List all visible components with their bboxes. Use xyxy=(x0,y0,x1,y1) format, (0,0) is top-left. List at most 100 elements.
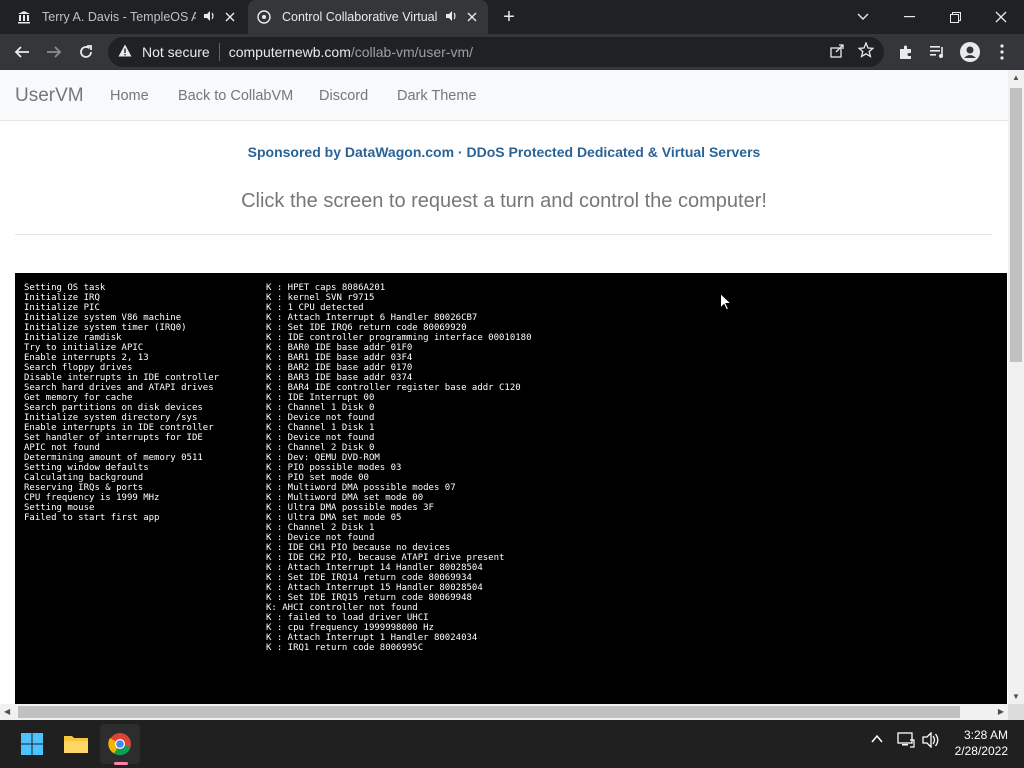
vm-log-line: K : Device not found xyxy=(266,433,375,443)
vm-log-line: K : Channel 1 Disk 0 xyxy=(266,403,375,413)
vm-log-line: K : Channel 2 Disk 0 xyxy=(266,443,375,453)
vm-log-line: Search partitions on disk devices xyxy=(24,403,203,413)
tab-templeos[interactable]: Terry A. Davis - TempleOS Ar xyxy=(8,0,246,34)
chrome-icon[interactable] xyxy=(100,724,140,764)
mouse-cursor-icon xyxy=(720,292,733,316)
reload-icon[interactable] xyxy=(72,38,100,66)
scroll-down-arrow-icon[interactable]: ▼ xyxy=(1012,692,1020,701)
windows-taskbar: 3:28 AM 2/28/2022 xyxy=(0,720,1024,768)
bookmark-star-icon[interactable] xyxy=(857,40,875,63)
clock-time: 3:28 AM xyxy=(963,728,1008,742)
tab-search-icon[interactable] xyxy=(840,0,886,34)
vm-log-line: K : Ultra DMA set mode 05 xyxy=(266,513,402,523)
nav-home[interactable]: Home xyxy=(110,88,149,104)
nav-back-to-collabvm[interactable]: Back to CollabVM xyxy=(178,88,293,104)
nav-discord[interactable]: Discord xyxy=(319,88,368,104)
vm-log-line: Initialize ramdisk xyxy=(24,333,122,343)
vm-log-line: K : BAR0 IDE base addr 01F0 xyxy=(266,343,413,353)
clock-date: 2/28/2022 xyxy=(954,744,1008,758)
scrollbar-thumb[interactable] xyxy=(1010,88,1022,362)
system-clock[interactable]: 3:28 AM 2/28/2022 xyxy=(955,727,1008,759)
turn-request-message: Click the screen to request a turn and c… xyxy=(241,190,767,212)
vm-log-line: K : PIO set mode 00 xyxy=(266,473,369,483)
close-icon[interactable] xyxy=(222,9,238,25)
chevron-up-icon[interactable] xyxy=(870,732,884,749)
forward-arrow-icon[interactable] xyxy=(40,38,68,66)
vm-log-line: K : BAR4 IDE controller register base ad… xyxy=(266,383,521,393)
vm-log-line: Initialize PIC xyxy=(24,303,100,313)
vm-log-line: K : Channel 2 Disk 1 xyxy=(266,523,375,533)
vm-log-line: Disable interrupts in IDE controller xyxy=(24,373,220,383)
vm-log-line: K : Dev: QEMU DVD-ROM xyxy=(266,453,380,463)
vm-log-line: Initialize IRQ xyxy=(24,293,100,303)
windows-start-icon[interactable] xyxy=(12,724,52,764)
vm-log-line: K : Set IDE IRQ14 return code 80069934 xyxy=(266,573,472,583)
vm-log-line: K : Channel 1 Disk 1 xyxy=(266,423,375,433)
vertical-scrollbar[interactable]: ▲ ▼ xyxy=(1008,70,1024,704)
vm-log-line: K : BAR2 IDE base addr 0170 xyxy=(266,363,413,373)
vm-log-line: K : Multiword DMA set mode 00 xyxy=(266,493,424,503)
vm-log-line: K : IDE CH2 PIO, because ATAPI drive pre… xyxy=(266,553,505,563)
horizontal-scrollbar[interactable]: ◀ ▶ xyxy=(0,704,1008,720)
file-explorer-icon[interactable] xyxy=(56,724,96,764)
volume-icon[interactable] xyxy=(922,731,940,751)
media-controls-icon[interactable] xyxy=(924,38,952,66)
vm-log-line: K : HPET caps 8086A201 xyxy=(266,283,386,293)
scrollbar-thumb[interactable] xyxy=(18,706,960,718)
url-host: computernewb.com xyxy=(228,44,351,60)
address-bar[interactable]: Not secure computernewb.com/collab-vm/us… xyxy=(108,37,884,67)
vm-log-line: Search hard drives and ATAPI drives xyxy=(24,383,214,393)
scroll-up-arrow-icon[interactable]: ▲ xyxy=(1012,73,1020,82)
vm-log-line: K : IDE controller programming interface… xyxy=(266,333,532,343)
vm-log-line: Get memory for cache xyxy=(24,393,133,403)
divider xyxy=(15,234,992,235)
security-status[interactable]: Not secure xyxy=(142,44,210,60)
minimize-icon[interactable] xyxy=(886,0,932,34)
speaker-icon[interactable] xyxy=(444,10,458,25)
vm-log-line: K : failed to load driver UHCI xyxy=(266,613,429,623)
speaker-icon[interactable] xyxy=(202,10,216,25)
vm-log-line: Setting window defaults xyxy=(24,463,149,473)
vm-boot-log-right: K : HPET caps 8086A201 K : kernel SVN r97… xyxy=(266,283,532,653)
scroll-left-arrow-icon[interactable]: ◀ xyxy=(4,707,10,716)
tab-title: Control Collaborative Virtual xyxy=(282,10,438,24)
bank-icon xyxy=(16,9,32,25)
divider xyxy=(218,43,220,61)
scroll-right-arrow-icon[interactable]: ▶ xyxy=(998,707,1004,716)
vm-log-line: K : Multiword DMA possible modes 07 xyxy=(266,483,456,493)
vm-log-line: Setting mouse xyxy=(24,503,95,513)
back-arrow-icon[interactable] xyxy=(8,38,36,66)
vm-log-line: Setting OS task xyxy=(24,283,106,293)
nav-dark-theme[interactable]: Dark Theme xyxy=(397,88,477,104)
warning-icon[interactable] xyxy=(118,44,134,60)
tab-title: Terry A. Davis - TempleOS Ar xyxy=(42,10,196,24)
sponsor-link[interactable]: Sponsored by DataWagon.com · DDoS Protec… xyxy=(0,144,1008,160)
vm-log-line: APIC not found xyxy=(24,443,100,453)
vm-log-line: K : Attach Interrupt 14 Handler 80028504 xyxy=(266,563,483,573)
vm-log-line: K : IRQ1 return code 8006995C xyxy=(266,643,424,653)
vm-log-line: K : cpu frequency 1999998000 Hz xyxy=(266,623,434,633)
vm-log-line: K : Attach Interrupt 6 Handler 80026CB7 xyxy=(266,313,478,323)
share-icon[interactable] xyxy=(830,43,844,61)
site-brand[interactable]: UserVM xyxy=(15,85,84,107)
vm-log-line: Failed to start first app xyxy=(24,513,160,523)
window-close-icon[interactable] xyxy=(978,0,1024,34)
extensions-icon[interactable] xyxy=(892,38,920,66)
network-icon[interactable] xyxy=(897,732,915,751)
tab-collab-vm[interactable]: Control Collaborative Virtual xyxy=(248,0,488,34)
vm-log-line: K : 1 CPU detected xyxy=(266,303,364,313)
vm-log-line: CPU frequency is 1999 MHz xyxy=(24,493,160,503)
vm-log-line: K : Device not found xyxy=(266,413,375,423)
profile-avatar-icon[interactable] xyxy=(956,38,984,66)
scrollbar-corner xyxy=(1008,704,1024,720)
vm-log-line: K : Set IDE IRQ6 return code 80069920 xyxy=(266,323,467,333)
vm-log-line: K: AHCI controller not found xyxy=(266,603,418,613)
vm-log-line: K : kernel SVN r9715 xyxy=(266,293,375,303)
menu-kebab-icon[interactable] xyxy=(988,38,1016,66)
close-icon[interactable] xyxy=(464,9,480,25)
restore-icon[interactable] xyxy=(932,0,978,34)
vm-screen[interactable]: Setting OS task Initialize IRQ Initialize … xyxy=(15,273,1007,704)
vm-log-line: Enable interrupts in IDE controller xyxy=(24,423,214,433)
vm-log-line: K : BAR1 IDE base addr 03F4 xyxy=(266,353,413,363)
new-tab-button[interactable]: + xyxy=(498,6,520,28)
